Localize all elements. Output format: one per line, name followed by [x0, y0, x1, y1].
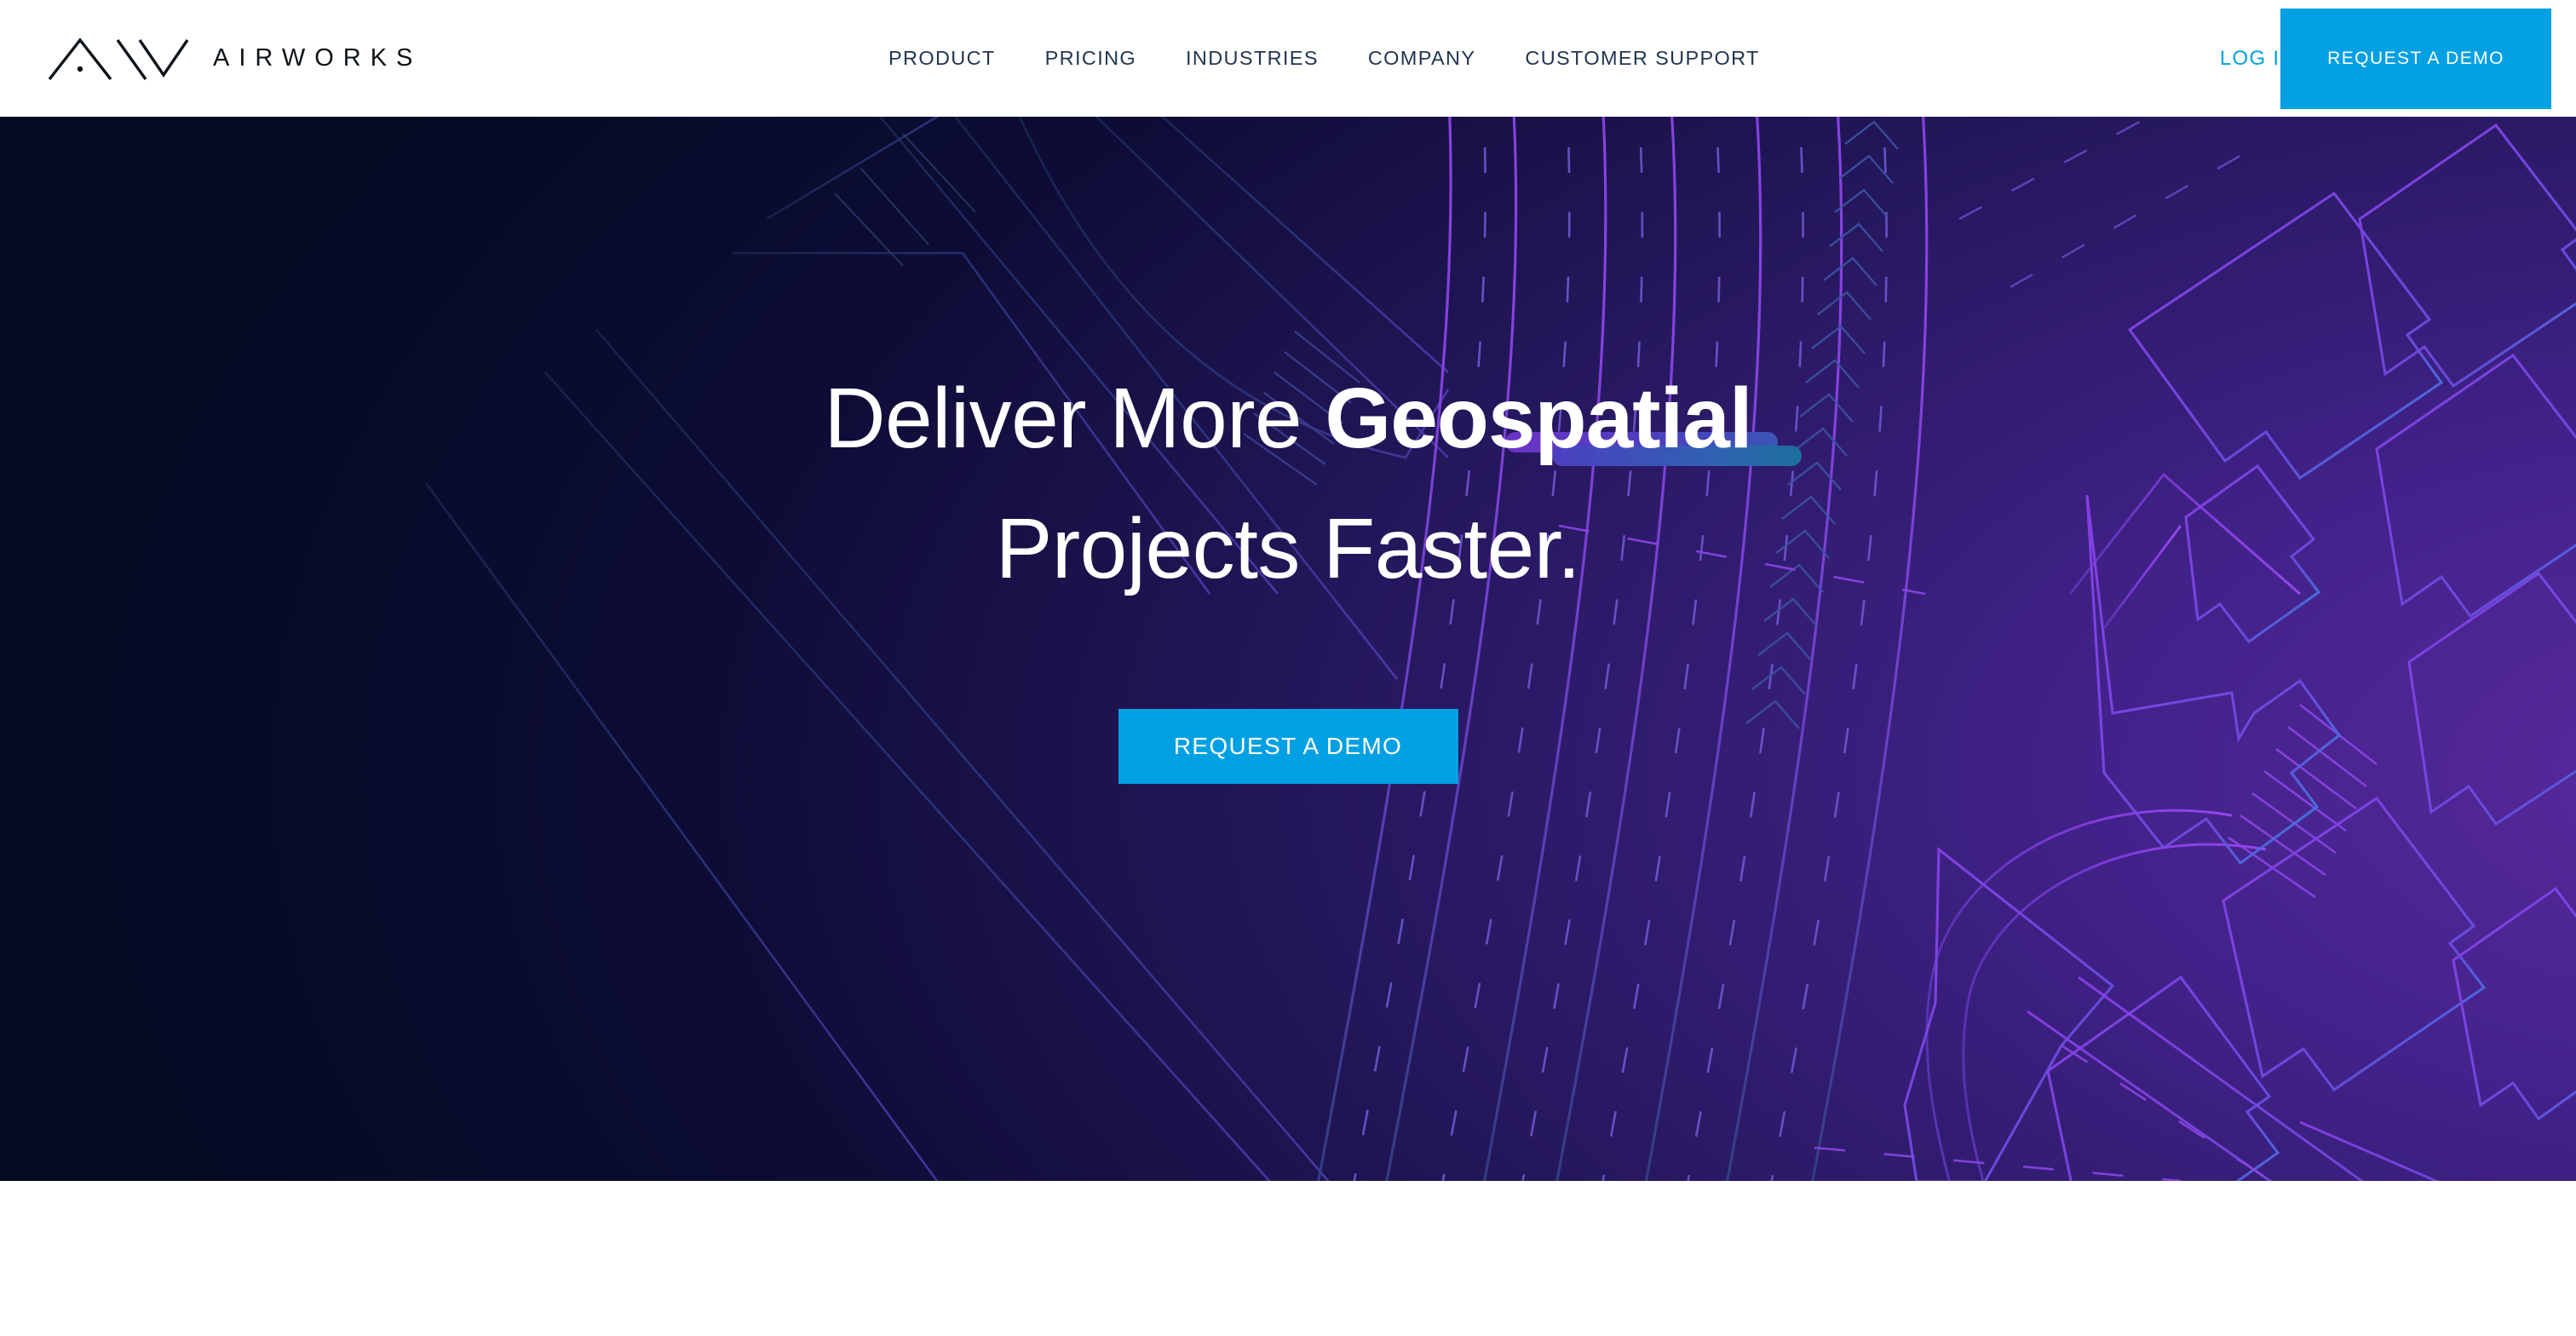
- logo-wordmark: AIRWORKS: [213, 44, 423, 72]
- hero-headline-light-text: Deliver More: [824, 371, 1325, 466]
- hero-headline: Deliver More Geospatial Projects Faster.: [824, 354, 1803, 614]
- hero-headline-line-2: Projects Faster.: [995, 501, 1581, 596]
- nav-item-industries[interactable]: INDUSTRIES: [1161, 47, 1343, 70]
- hero-headline-bold-text: Geospatial: [1325, 371, 1752, 466]
- nav-item-pricing[interactable]: PRICING: [1021, 47, 1161, 70]
- below-hero-white-section: [0, 1181, 2576, 1336]
- header-request-demo-button[interactable]: REQUEST A DEMO: [2280, 9, 2551, 109]
- nav-item-company[interactable]: COMPANY: [1343, 47, 1501, 70]
- nav-item-product[interactable]: PRODUCT: [864, 47, 1021, 70]
- logo[interactable]: AIRWORKS: [48, 0, 422, 117]
- hero-request-demo-button[interactable]: REQUEST A DEMO: [1118, 709, 1458, 784]
- hero-section: Deliver More Geospatial Projects Faster.…: [0, 117, 2576, 1181]
- hero-content: Deliver More Geospatial Projects Faster.…: [0, 117, 2576, 1181]
- primary-nav: PRODUCT PRICING INDUSTRIES COMPANY CUSTO…: [864, 0, 1785, 117]
- hero-headline-line-1: Deliver More Geospatial: [824, 354, 1803, 484]
- nav-item-customer-support[interactable]: CUSTOMER SUPPORT: [1500, 47, 1784, 70]
- airworks-chevron-mark-icon: [48, 37, 189, 80]
- site-header: AIRWORKS PRODUCT PRICING INDUSTRIES COMP…: [0, 0, 2576, 117]
